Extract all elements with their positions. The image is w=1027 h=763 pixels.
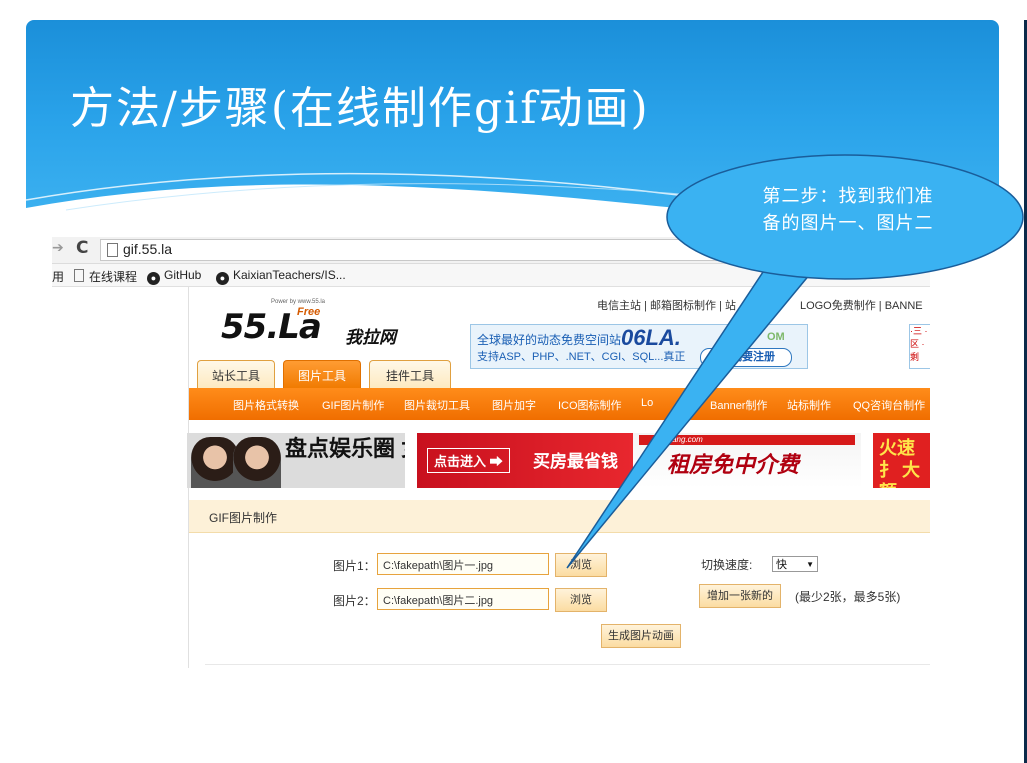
- callout-line-1: 第二步：找到我们准: [762, 186, 934, 207]
- callout-bubble: [566, 154, 1024, 569]
- callout-line-2: 备的图片一、图片二: [762, 213, 934, 234]
- callout-text: 第二步：找到我们准 备的图片一、图片二: [715, 183, 981, 237]
